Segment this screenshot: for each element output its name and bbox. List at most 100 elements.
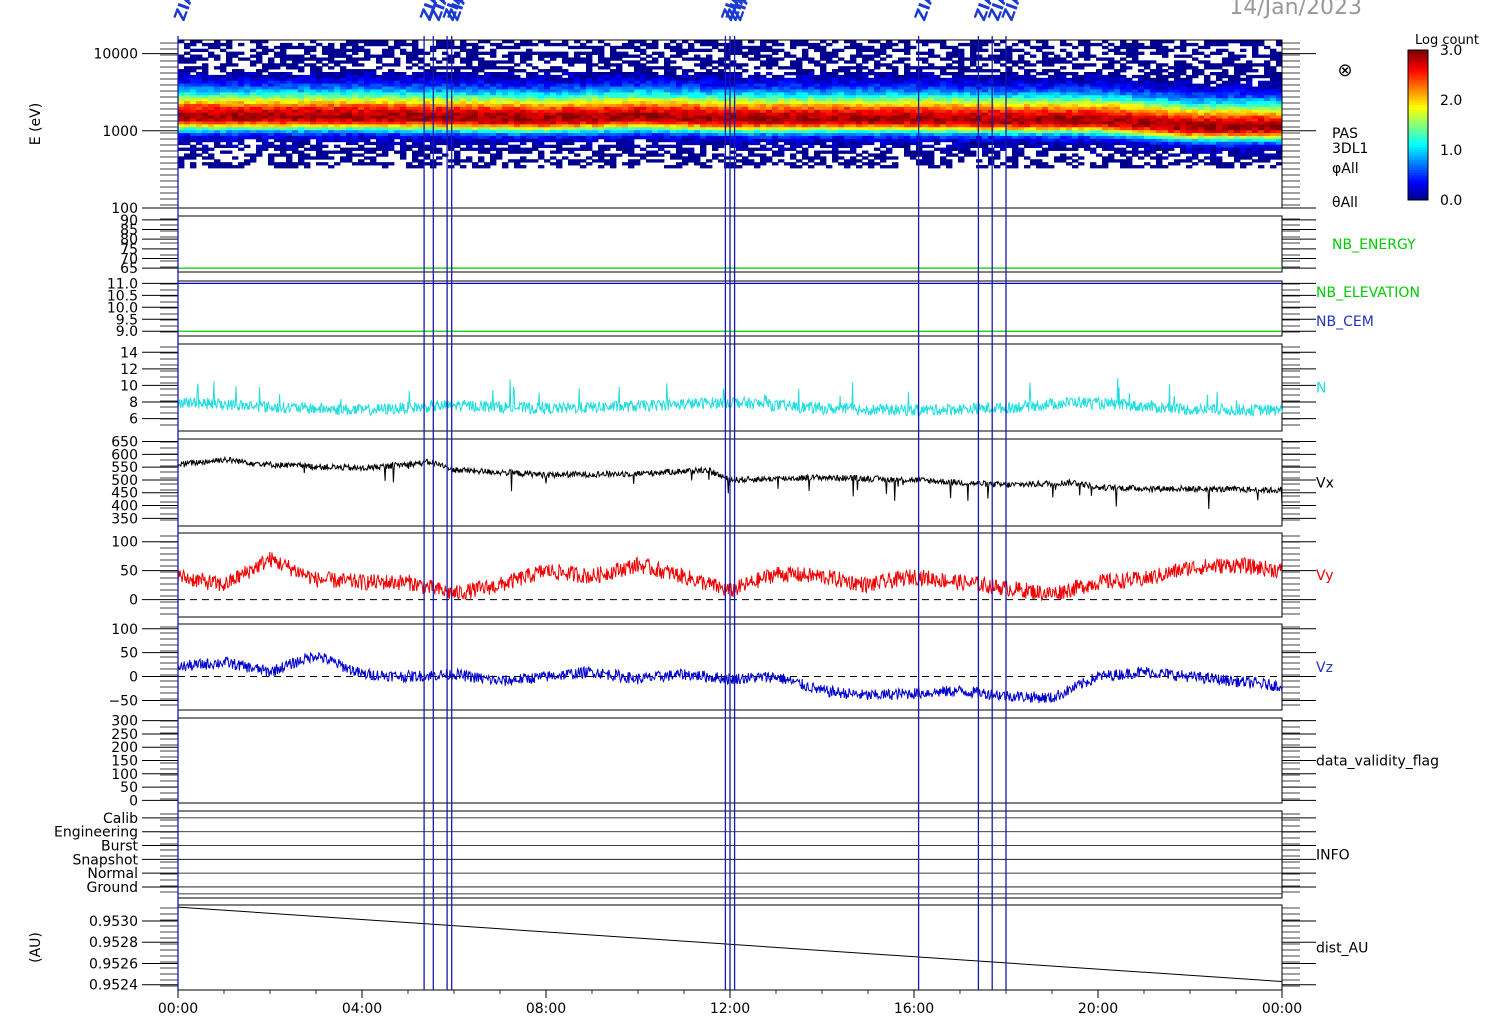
spectrogram-cell	[892, 141, 899, 146]
spectrogram-cell	[646, 101, 653, 105]
spectrogram-cell	[754, 89, 761, 93]
spectrogram-cell	[238, 109, 245, 114]
spectrogram-cell	[766, 112, 773, 117]
spectrogram-cell	[676, 109, 683, 114]
spectrogram-cell	[958, 77, 965, 82]
spectrogram-cell	[586, 127, 593, 131]
spectrogram-cell	[376, 103, 383, 108]
spectrogram-cell	[754, 71, 761, 76]
spectrogram-cell	[928, 138, 935, 143]
spectrogram-cell	[292, 147, 299, 151]
spectrogram-cell	[532, 118, 539, 122]
spectrogram-cell	[364, 86, 371, 90]
spectrogram-cell	[766, 121, 773, 125]
spectrogram-cell	[526, 150, 533, 154]
spectrogram-cell	[412, 95, 419, 99]
spectrogram-cell	[436, 86, 443, 90]
spectrogram-cell	[934, 54, 941, 58]
spectrogram-cell	[322, 57, 329, 61]
spectrogram-cell	[850, 45, 857, 50]
spectrogram-cell	[670, 130, 677, 134]
spectrogram-cell	[454, 89, 461, 93]
spectrogram-cell	[742, 106, 749, 111]
spectrogram-cell	[412, 42, 419, 47]
spectrogram-cell	[802, 86, 809, 90]
spectrogram-cell	[952, 74, 959, 79]
spectrogram-cell	[382, 83, 389, 87]
spectrogram-cell	[298, 89, 305, 93]
spectrogram-cell	[772, 42, 779, 47]
spectrogram-cell	[946, 159, 953, 163]
spectrogram-cell	[1042, 51, 1049, 55]
spectrogram-cell	[1042, 54, 1049, 58]
spectrogram-cell	[352, 130, 359, 134]
spectrogram-cell	[382, 127, 389, 131]
spectrogram-cell	[244, 162, 251, 166]
spectrogram-cell	[340, 156, 347, 160]
spectrogram-cell	[292, 165, 299, 169]
spectrogram-cell	[850, 144, 857, 149]
spectrogram-cell	[310, 63, 317, 67]
spectrogram-cell	[412, 63, 419, 67]
spectrogram-cell	[526, 127, 533, 131]
spectrogram-cell	[202, 130, 209, 134]
spectrogram-cell	[586, 89, 593, 93]
spectrogram-cell	[262, 98, 269, 102]
spectrogram-cell	[784, 86, 791, 90]
spectrogram-cell	[880, 74, 887, 79]
spectrogram-cell	[580, 57, 587, 61]
spectrogram-cell	[514, 95, 521, 99]
spectrogram-cell	[670, 165, 677, 169]
spectrogram-cell	[802, 141, 809, 146]
spectrogram-cell	[484, 165, 491, 169]
spectrogram-cell	[352, 42, 359, 47]
spectrogram-cell	[868, 112, 875, 117]
spectrogram-cell	[862, 101, 869, 105]
spectrogram-cell	[394, 121, 401, 125]
spectrogram-cell	[880, 115, 887, 119]
spectrogram-cell	[718, 112, 725, 117]
spectrogram-cell	[754, 165, 761, 169]
spectrogram-cell	[478, 98, 485, 102]
spectrogram-cell	[868, 127, 875, 131]
spectrogram-cell	[238, 138, 245, 143]
spectrogram-cell	[268, 115, 275, 119]
spectrogram-cell	[286, 42, 293, 47]
spectrogram-cell	[772, 95, 779, 99]
spectrogram-cell	[484, 86, 491, 90]
spectrogram-cell	[334, 98, 341, 102]
spectrogram-cell	[502, 77, 509, 82]
spectrogram-cell	[412, 106, 419, 111]
spectrogram-cell	[964, 69, 971, 73]
spectrogram-cell	[994, 48, 1001, 53]
spectrogram-cell	[706, 92, 713, 96]
spectrogram-cell	[394, 89, 401, 93]
spectrogram-cell	[502, 121, 509, 125]
spectrogram-cell	[994, 95, 1001, 99]
spectrogram-cell	[1018, 86, 1025, 90]
spectrogram-cell	[934, 89, 941, 93]
spectrogram-cell	[196, 92, 203, 96]
spectrogram-cell	[982, 115, 989, 119]
spectrogram-cell	[664, 133, 671, 137]
spectrogram-cell	[208, 45, 215, 50]
spectrogram-cell	[844, 141, 851, 146]
spectrogram-cell	[376, 86, 383, 90]
spectrogram-cell	[862, 141, 869, 146]
spectrogram-cell	[502, 141, 509, 146]
spectrogram-cell	[760, 115, 767, 119]
spectrogram-cell	[580, 98, 587, 102]
spectrogram-cell	[856, 63, 863, 67]
spectrogram-cell	[412, 98, 419, 102]
spectrogram-cell	[646, 54, 653, 58]
spectrogram-cell	[208, 80, 215, 85]
spectrogram-cell	[808, 124, 815, 128]
spectrogram-cell	[460, 60, 467, 64]
spectrogram-cell	[178, 89, 185, 93]
spectrogram-cell	[898, 95, 905, 99]
spectrogram-cell	[370, 127, 377, 131]
spectrogram-cell	[670, 48, 677, 53]
spectrogram-cell	[802, 57, 809, 61]
spectrogram-cell	[868, 106, 875, 111]
spectrogram-cell	[316, 141, 323, 146]
